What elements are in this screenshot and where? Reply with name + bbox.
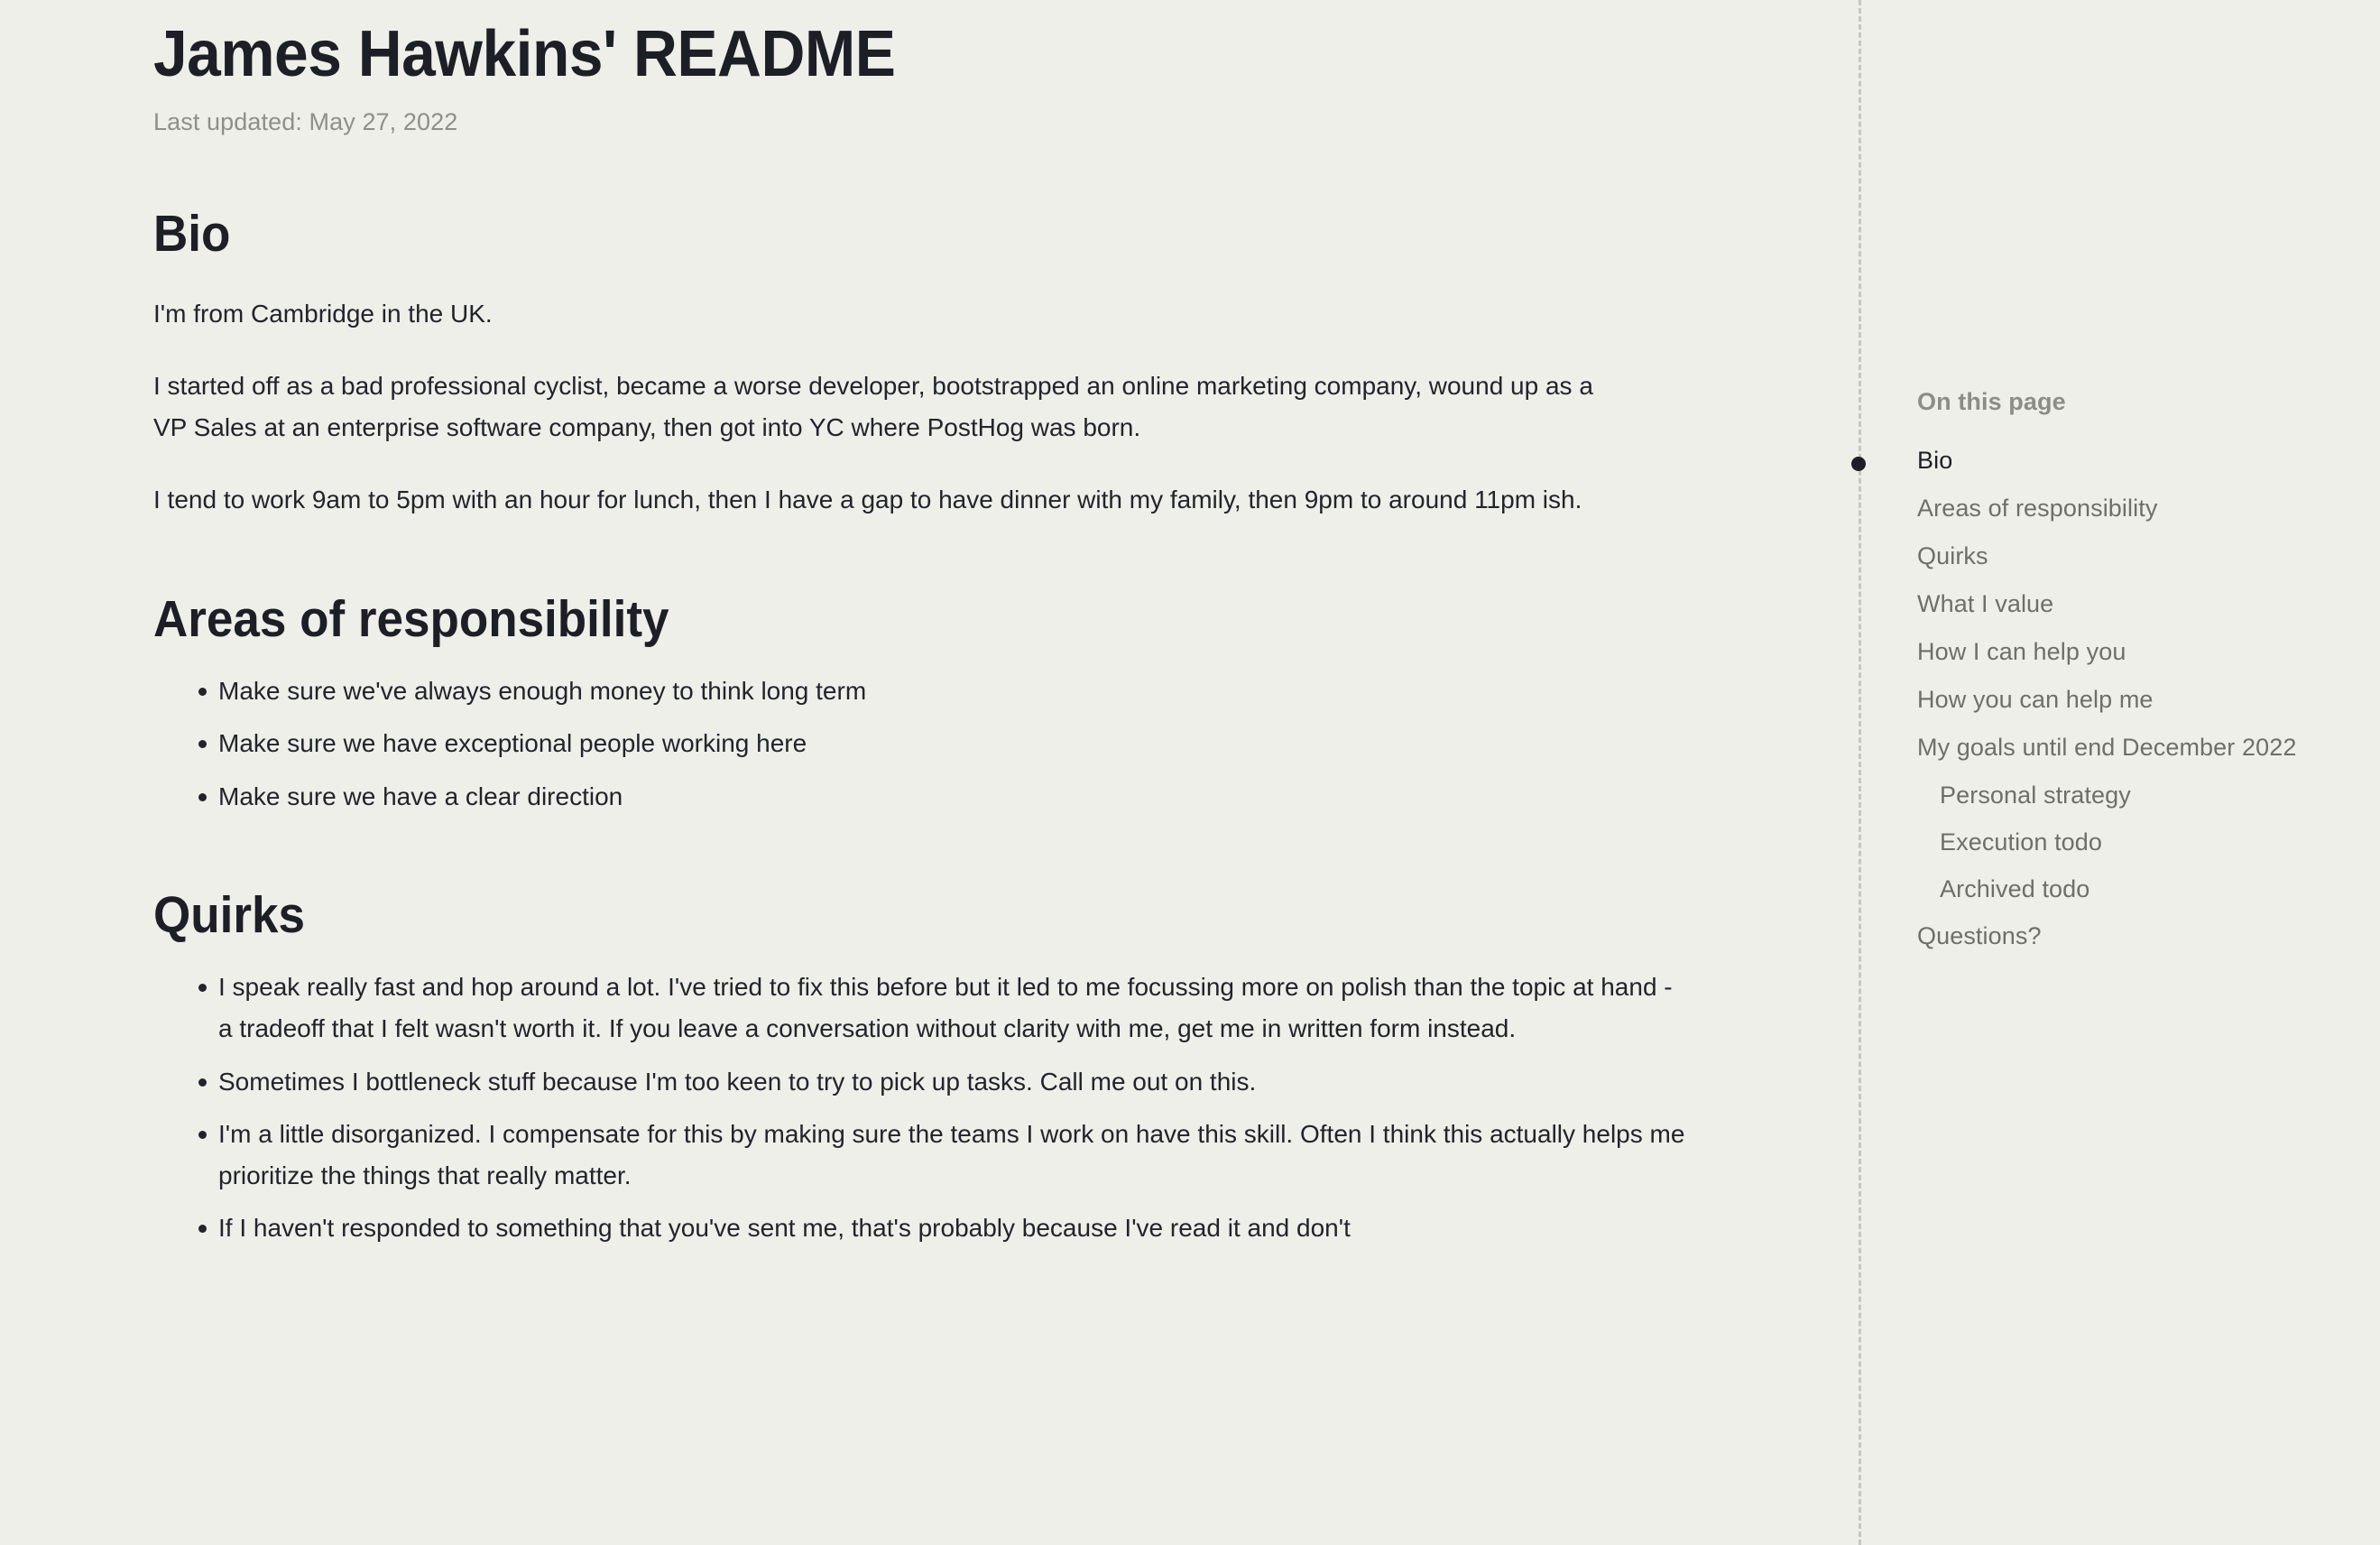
toc-item-areas-of-responsibility[interactable]: Areas of responsibility — [1854, 495, 2359, 523]
section-heading-bio: Bio — [153, 205, 231, 264]
toc-item-archived-todo[interactable]: Archived todo — [1854, 875, 2359, 903]
toc-item-how-i-can-help-you[interactable]: How I can help you — [1854, 638, 2359, 666]
toc-item-what-i-value[interactable]: What I value — [1854, 590, 2359, 618]
list-item: Make sure we have exceptional people wor… — [153, 723, 1689, 764]
toc-item-my-goals-until-end-december-2022[interactable]: My goals until end December 2022 — [1854, 734, 2359, 762]
toc-item-quirks[interactable]: Quirks — [1854, 542, 2359, 570]
bio-paragraph-1: I'm from Cambridge in the UK. — [153, 299, 493, 328]
page-title: James Hawkins' README — [153, 18, 896, 90]
last-updated-text: Last updated: May 27, 2022 — [153, 108, 458, 136]
toc-item-questions[interactable]: Questions? — [1854, 922, 2359, 950]
list-item: I'm a little disorganized. I compensate … — [153, 1114, 1689, 1197]
bio-paragraph-2: I started off as a bad professional cycl… — [153, 372, 1593, 442]
bio-paragraph-3: I tend to work 9am to 5pm with an hour f… — [153, 486, 1582, 514]
on-this-page-sidebar: On this page Bio Areas of responsibility… — [1851, 0, 2380, 1545]
section-heading-areas-of-responsibility: Areas of responsibility — [153, 589, 669, 648]
list-item: Make sure we have a clear direction — [153, 776, 1689, 818]
toc-heading: On this page — [1917, 388, 2066, 415]
section-heading-quirks: Quirks — [153, 885, 305, 944]
toc-item-personal-strategy[interactable]: Personal strategy — [1854, 782, 2359, 810]
list-item: Make sure we've always enough money to t… — [153, 671, 1689, 712]
toc-item-execution-todo[interactable]: Execution todo — [1854, 828, 2359, 856]
areas-list: Make sure we've always enough money to t… — [153, 671, 1854, 818]
main-content: James Hawkins' README Last updated: May … — [0, 0, 1854, 1249]
list-item: Sometimes I bottleneck stuff because I'm… — [153, 1061, 1689, 1103]
quirks-list: I speak really fast and hop around a lot… — [153, 967, 1854, 1249]
toc-item-bio[interactable]: Bio — [1851, 447, 2359, 475]
readme-page: James Hawkins' README Last updated: May … — [0, 0, 2380, 1545]
list-item: If I haven't responded to something that… — [153, 1207, 1689, 1249]
toc-list: Bio Areas of responsibility Quirks What … — [1851, 447, 2359, 950]
list-item: I speak really fast and hop around a lot… — [153, 967, 1689, 1050]
toc-item-how-you-can-help-me[interactable]: How you can help me — [1854, 686, 2359, 714]
toc-container: On this page Bio Areas of responsibility… — [1851, 388, 2359, 970]
